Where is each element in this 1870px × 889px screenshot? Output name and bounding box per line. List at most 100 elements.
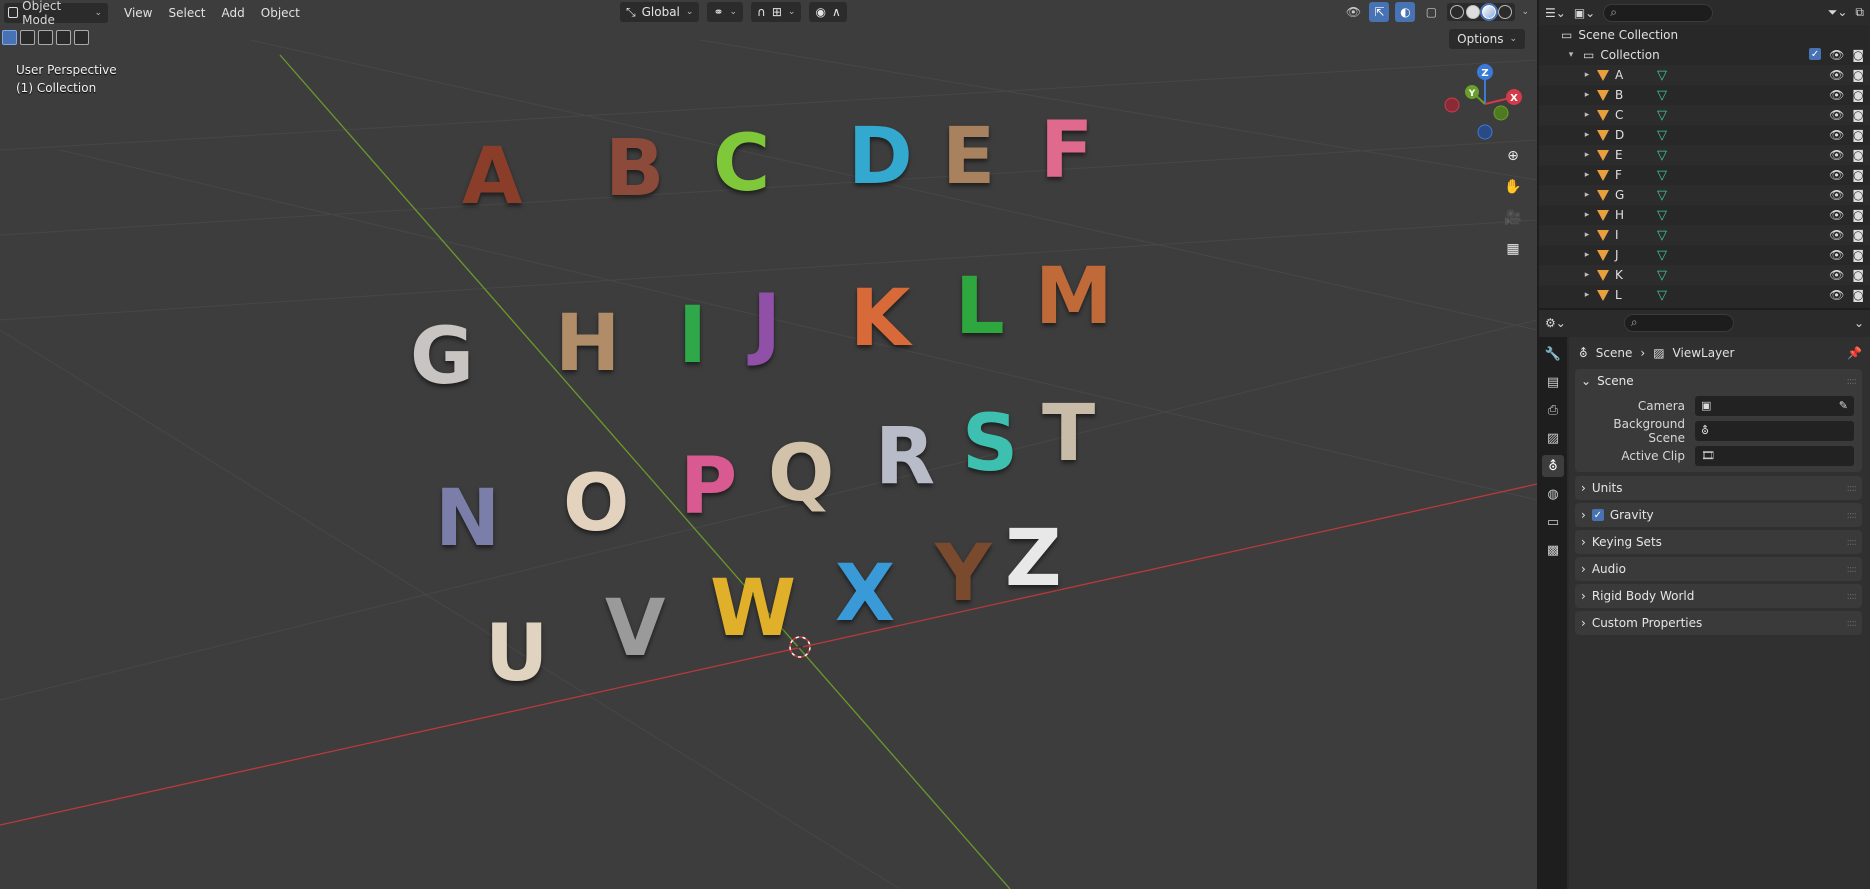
- visibility-eye-icon[interactable]: 👁: [1829, 128, 1844, 142]
- render-camera-icon[interactable]: ◙: [1852, 188, 1864, 202]
- drag-grip-icon[interactable]: ::::: [1847, 591, 1858, 602]
- select-new-icon[interactable]: [2, 30, 17, 45]
- letter-model-v[interactable]: V: [605, 590, 665, 668]
- mesh-data-icon[interactable]: ▽: [1657, 288, 1667, 303]
- panel-header[interactable]: › Rigid Body World::::: [1575, 584, 1862, 608]
- letter-model-e[interactable]: E: [942, 118, 995, 196]
- visibility-eye-icon[interactable]: 👁: [1829, 208, 1844, 222]
- letter-model-p[interactable]: P: [680, 448, 737, 526]
- letter-model-c[interactable]: C: [713, 125, 770, 203]
- proportional-editing-toggle[interactable]: ◉ ∧: [809, 2, 847, 22]
- letter-model-o[interactable]: O: [563, 465, 629, 543]
- mode-selector[interactable]: Object Mode ⌄: [4, 0, 108, 27]
- tool-tab-icon[interactable]: 🔧: [1542, 343, 1564, 365]
- letter-model-a[interactable]: A: [462, 138, 522, 216]
- outliner-object-row[interactable]: ▸ B ▽ 👁 ◙: [1539, 85, 1870, 105]
- pan-hand-icon[interactable]: ✋: [1500, 176, 1526, 198]
- mesh-data-icon[interactable]: ▽: [1657, 88, 1667, 103]
- navigation-gizmo[interactable]: Z Y X: [1440, 62, 1530, 142]
- visibility-eye-icon[interactable]: 👁: [1829, 48, 1844, 62]
- gravity-checkbox[interactable]: ✓: [1591, 509, 1604, 521]
- render-camera-icon[interactable]: ◙: [1852, 208, 1864, 222]
- visibility-eye-icon[interactable]: 👁: [1829, 188, 1844, 202]
- select-extend-icon[interactable]: [20, 30, 35, 45]
- outliner-search-input[interactable]: ⌕: [1603, 3, 1714, 22]
- expand-arrow-icon[interactable]: ▸: [1581, 130, 1593, 140]
- outliner-object-row[interactable]: ▸ G ▽ 👁 ◙: [1539, 185, 1870, 205]
- new-collection-icon[interactable]: ⧉: [1855, 5, 1864, 20]
- visibility-eye-icon[interactable]: 👁: [1829, 268, 1844, 282]
- view-layer-tab-icon[interactable]: ▨: [1542, 427, 1564, 449]
- panel-header[interactable]: › Keying Sets::::: [1575, 530, 1862, 554]
- exclude-checkbox[interactable]: ✓: [1809, 48, 1822, 60]
- texture-tab-icon[interactable]: ▩: [1542, 539, 1564, 561]
- gizmo-toggle-icon[interactable]: ⇱: [1369, 2, 1390, 22]
- render-camera-icon[interactable]: ◙: [1852, 288, 1864, 302]
- xray-toggle-icon[interactable]: ▢: [1421, 2, 1441, 22]
- zoom-icon[interactable]: ⊕: [1500, 145, 1526, 167]
- outliner-object-row[interactable]: ▸ C ▽ 👁 ◙: [1539, 105, 1870, 125]
- letter-model-u[interactable]: U: [485, 615, 548, 693]
- render-camera-icon[interactable]: ◙: [1852, 248, 1864, 262]
- panel-header[interactable]: › ✓ Gravity::::: [1575, 503, 1862, 527]
- panel-header[interactable]: › Units::::: [1575, 476, 1862, 500]
- mesh-data-icon[interactable]: ▽: [1657, 108, 1667, 123]
- panel-gravity[interactable]: › ✓ Gravity::::: [1575, 503, 1862, 527]
- render-camera-icon[interactable]: ◙: [1852, 268, 1864, 282]
- scene-tab-icon[interactable]: ⛢: [1542, 455, 1564, 477]
- outliner-object-row[interactable]: ▸ D ▽ 👁 ◙: [1539, 125, 1870, 145]
- letter-model-z[interactable]: Z: [1005, 520, 1062, 598]
- display-mode-icon[interactable]: ▣⌄: [1574, 6, 1595, 20]
- expand-arrow-icon[interactable]: ▾: [1565, 50, 1577, 60]
- expand-arrow-icon[interactable]: ▸: [1581, 90, 1593, 100]
- filter-icon[interactable]: ⏷⌄: [1828, 5, 1848, 20]
- 3d-viewport[interactable]: ABCDEFGHIJKLMNOPQRSTUVWXYZ Object Mode ⌄…: [0, 0, 1537, 889]
- properties-search-input[interactable]: ⌕: [1623, 313, 1734, 332]
- visibility-eye-icon[interactable]: 👁: [1829, 88, 1844, 102]
- background-scene-field[interactable]: ⛢: [1695, 420, 1854, 441]
- letter-model-b[interactable]: B: [605, 130, 664, 208]
- visibility-eye-icon[interactable]: 👁: [1829, 248, 1844, 262]
- collection-row[interactable]: ▾ ▭ Collection ✓ 👁 ◙: [1539, 45, 1870, 65]
- transform-orientation-select[interactable]: ⤡ Global ⌄: [620, 2, 700, 22]
- visibility-eye-icon[interactable]: 👁: [1829, 68, 1844, 82]
- letter-model-x[interactable]: X: [835, 555, 895, 633]
- visibility-icon[interactable]: 👁: [1343, 2, 1363, 22]
- letter-model-i[interactable]: I: [678, 297, 707, 375]
- panel-rigid-body-world[interactable]: › Rigid Body World::::: [1575, 584, 1862, 608]
- active-clip-field[interactable]: 🎞: [1695, 445, 1854, 466]
- letter-model-j[interactable]: J: [752, 285, 781, 363]
- visibility-eye-icon[interactable]: 👁: [1829, 108, 1844, 122]
- drag-grip-icon[interactable]: ::::: [1847, 483, 1858, 494]
- outliner-object-row[interactable]: ▸ A ▽ 👁 ◙: [1539, 65, 1870, 85]
- outliner-object-row[interactable]: ▸ H ▽ 👁 ◙: [1539, 205, 1870, 225]
- drag-grip-icon[interactable]: ::::: [1847, 564, 1858, 575]
- world-tab-icon[interactable]: ◍: [1542, 483, 1564, 505]
- panel-audio[interactable]: › Audio::::: [1575, 557, 1862, 581]
- drag-grip-icon[interactable]: ::::: [1847, 618, 1858, 629]
- letter-model-q[interactable]: Q: [768, 435, 834, 513]
- editor-type-icon[interactable]: ☰⌄: [1545, 6, 1566, 20]
- menu-object[interactable]: Object: [253, 3, 308, 23]
- render-camera-icon[interactable]: ◙: [1852, 168, 1864, 182]
- panel-header[interactable]: › Custom Properties::::: [1575, 611, 1862, 635]
- mesh-data-icon[interactable]: ▽: [1657, 248, 1667, 263]
- rendered-shading-icon[interactable]: [1498, 5, 1513, 19]
- letter-model-n[interactable]: N: [435, 480, 500, 558]
- eyedropper-icon[interactable]: ✎: [1839, 399, 1848, 412]
- expand-arrow-icon[interactable]: ▸: [1581, 210, 1593, 220]
- letter-model-r[interactable]: R: [875, 418, 935, 496]
- panel-keying-sets[interactable]: › Keying Sets::::: [1575, 530, 1862, 554]
- outliner-object-row[interactable]: ▸ E ▽ 👁 ◙: [1539, 145, 1870, 165]
- mesh-data-icon[interactable]: ▽: [1657, 188, 1667, 203]
- letter-model-t[interactable]: T: [1042, 395, 1095, 473]
- letter-model-d[interactable]: D: [848, 118, 913, 196]
- drag-grip-icon[interactable]: ::::: [1847, 537, 1858, 548]
- wireframe-shading-icon[interactable]: [1450, 5, 1465, 19]
- outliner-object-row[interactable]: ▸ L ▽ 👁 ◙: [1539, 285, 1870, 305]
- drag-grip-icon[interactable]: ::::: [1847, 510, 1858, 521]
- letter-model-s[interactable]: S: [962, 405, 1018, 483]
- render-camera-icon[interactable]: ◙: [1852, 228, 1864, 242]
- grid-perspective-icon[interactable]: ▦: [1500, 238, 1526, 260]
- mesh-data-icon[interactable]: ▽: [1657, 148, 1667, 163]
